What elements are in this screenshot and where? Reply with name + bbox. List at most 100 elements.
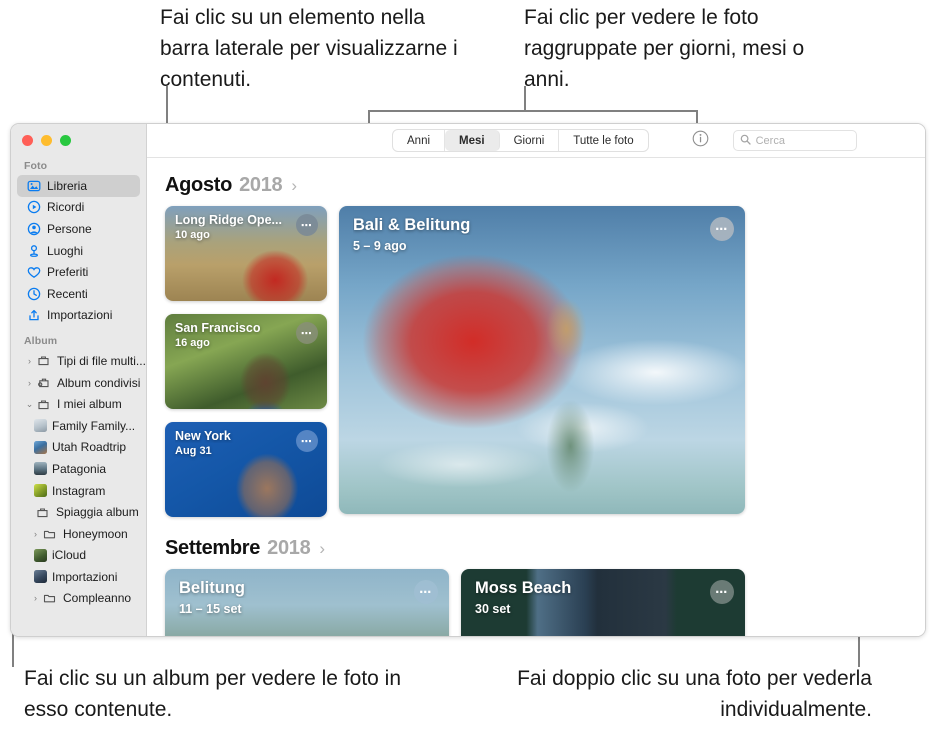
chevron-down-icon[interactable]: ⌄ (25, 399, 34, 410)
sidebar-item-label: Utah Roadtrip (52, 440, 127, 455)
sidebar-item-icloud[interactable]: iCloud (17, 545, 140, 567)
more-options-icon[interactable]: ⋯ (296, 214, 318, 236)
tab-mesi[interactable]: Mesi (445, 130, 500, 151)
chevron-right-icon[interactable]: › (25, 356, 34, 366)
memories-icon (25, 200, 42, 214)
photo-card-title: Moss Beach (475, 579, 572, 597)
photo-card-date: 11 – 15 set (179, 602, 242, 616)
sidebar-item-label: Compleanno (63, 591, 132, 606)
photo-card-title: San Francisco (175, 321, 261, 335)
photo-card-long-ridge[interactable]: Long Ridge Ope... 10 ago ⋯ (165, 206, 327, 301)
sidebar-item-label: Album condivisi (57, 375, 141, 390)
photo-card-date: 16 ago (175, 337, 210, 349)
month-header-settembre[interactable]: Settembre 2018 › (147, 517, 925, 569)
sidebar-item-libreria[interactable]: Libreria (17, 175, 140, 197)
heart-icon (25, 266, 42, 279)
photo-card-date: Aug 31 (175, 445, 212, 457)
sidebar-item-patagonia[interactable]: Patagonia (17, 458, 140, 480)
photo-library-icon (25, 180, 42, 192)
sidebar-item-persone[interactable]: Persone (17, 218, 140, 240)
sidebar-item-i-miei-album[interactable]: ⌄ I miei album (17, 393, 140, 415)
minimize-button[interactable] (41, 135, 52, 146)
photo-card-title: Long Ridge Ope... (175, 213, 282, 227)
more-options-icon[interactable]: ⋯ (414, 580, 438, 604)
sidebar-item-recenti[interactable]: Recenti (17, 283, 140, 305)
sidebar-item-importazioni-album[interactable]: Importazioni (17, 566, 140, 588)
album-thumbnail (34, 570, 47, 584)
month-year: 2018 (239, 174, 283, 196)
sidebar-item-label: I miei album (57, 397, 122, 412)
album-thumbnail (34, 419, 47, 433)
photo-card-date: 10 ago (175, 229, 210, 241)
sidebar-section-album-title: Album (24, 335, 58, 348)
callout-grouping-text: Fai clic per vedere le foto raggruppate … (524, 6, 805, 91)
sidebar-item-album-condivisi[interactable]: › Album condivisi (17, 372, 140, 394)
tab-tutte-le-foto[interactable]: Tutte le foto (559, 130, 647, 151)
photo-card-san-francisco[interactable]: San Francisco 16 ago ⋯ (165, 314, 327, 409)
callout-sidebar-text: Fai clic su un elemento nella barra late… (160, 6, 458, 91)
tab-anni[interactable]: Anni (393, 130, 446, 151)
album-thumbnail (34, 484, 47, 498)
chevron-right-icon[interactable]: › (319, 539, 325, 559)
album-thumbnail (34, 462, 47, 476)
photo-card-bali-belitung[interactable]: Bali & Belitung 5 – 9 ago ⋯ (339, 206, 745, 514)
album-thumbnail (34, 548, 47, 562)
close-button[interactable] (22, 135, 33, 146)
sidebar-item-spiaggia-album[interactable]: Spiaggia album (17, 501, 140, 523)
album-box-icon (35, 398, 52, 411)
month-name: Settembre (165, 537, 261, 559)
zoom-button[interactable] (60, 135, 71, 146)
search-placeholder: Cerca (755, 134, 785, 147)
sidebar-item-label: Spiaggia album (56, 505, 139, 520)
info-button[interactable] (692, 130, 709, 152)
month-header-agosto[interactable]: Agosto 2018 › (147, 158, 925, 206)
more-options-icon[interactable]: ⋯ (296, 430, 318, 452)
photo-card-belitung[interactable]: Belitung 11 – 15 set ⋯ (165, 569, 449, 636)
photos-app-window: Foto Libreria Ricordi Persone Luoghi Pre… (10, 123, 926, 637)
callout-doubleclick-text: Fai doppio clic su una foto per vederla … (517, 667, 872, 721)
window-controls (11, 124, 146, 157)
chevron-right-icon[interactable]: › (31, 529, 40, 539)
leader-line-segmented-top (368, 110, 698, 112)
shared-album-icon (35, 376, 52, 389)
sidebar-item-family-family[interactable]: Family Family... (17, 415, 140, 437)
sidebar-item-label: Persone (47, 221, 92, 236)
sidebar-item-label: iCloud (52, 548, 87, 563)
leader-line-segmented-left (368, 110, 370, 124)
more-options-icon[interactable]: ⋯ (710, 217, 734, 241)
photo-card-title: New York (175, 429, 231, 443)
sidebar-item-label: Importazioni (52, 569, 118, 584)
sidebar-item-preferiti[interactable]: Preferiti (17, 261, 140, 283)
chevron-right-icon[interactable]: › (31, 593, 40, 603)
sidebar-item-instagram[interactable]: Instagram (17, 480, 140, 502)
photo-card-moss-beach[interactable]: Moss Beach 30 set ⋯ (461, 569, 745, 636)
sidebar-item-label: Luoghi (47, 243, 84, 258)
photo-card-date: 30 set (475, 602, 511, 616)
photo-grid-scroll-area[interactable]: Agosto 2018 › Long Ridge Ope... 10 ago ⋯ (147, 158, 925, 636)
album-box-icon (35, 354, 52, 367)
small-cards-column: Long Ridge Ope... 10 ago ⋯ San Francisco… (165, 206, 327, 517)
search-input[interactable]: Cerca (732, 130, 857, 151)
leader-line-segmented-right (696, 110, 698, 124)
sidebar-item-honeymoon[interactable]: › Honeymoon (17, 523, 140, 545)
view-mode-segmented-control[interactable]: Anni Mesi Giorni Tutte le foto (392, 129, 649, 152)
sidebar-item-utah-roadtrip[interactable]: Utah Roadtrip (17, 437, 140, 459)
folder-icon (41, 528, 58, 540)
more-options-icon[interactable]: ⋯ (296, 322, 318, 344)
photo-card-title: Belitung (179, 579, 245, 597)
sidebar-item-luoghi[interactable]: Luoghi (17, 240, 140, 262)
more-options-icon[interactable]: ⋯ (710, 580, 734, 604)
content-area: Anni Mesi Giorni Tutte le foto Cerca Ago… (147, 124, 925, 636)
toolbar: Anni Mesi Giorni Tutte le foto Cerca (147, 124, 925, 158)
chevron-right-icon[interactable]: › (291, 176, 297, 196)
month-row-agosto: Long Ridge Ope... 10 ago ⋯ San Francisco… (147, 206, 925, 517)
sidebar-item-tipi-di-file-multimediali[interactable]: › Tipi di file multi... (17, 350, 146, 372)
tab-giorni[interactable]: Giorni (500, 130, 560, 151)
photo-card-new-york[interactable]: New York Aug 31 ⋯ (165, 422, 327, 517)
sidebar-item-compleanno[interactable]: › Compleanno (17, 588, 140, 610)
sidebar-item-label: Libreria (47, 178, 88, 193)
sidebar-item-label: Importazioni (47, 308, 113, 323)
chevron-right-icon[interactable]: › (25, 378, 34, 388)
sidebar-item-importazioni[interactable]: Importazioni (17, 305, 140, 327)
sidebar-item-ricordi[interactable]: Ricordi (17, 197, 140, 219)
